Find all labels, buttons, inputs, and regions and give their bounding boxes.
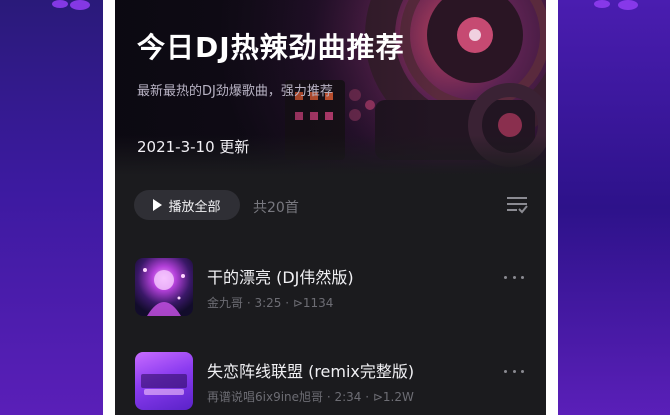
playlist-description: 最新最热的DJ劲爆歌曲，强力推荐 — [137, 84, 333, 99]
cover-art — [143, 268, 185, 316]
song-meta: 再谱说唱6ix9ine旭哥 · 2:34 · ⊳1.2W — [207, 390, 414, 404]
cover-label — [144, 389, 184, 395]
playlist-title: 今日DJ热辣劲曲推荐 — [137, 31, 405, 64]
song-title: 失恋阵线联盟 (remix完整版) — [207, 362, 415, 381]
song-title: 干的漂亮 (DJ伟然版) — [207, 268, 354, 287]
play-all-button[interactable]: 播放全部 — [134, 190, 240, 220]
decor-dot — [70, 0, 90, 10]
song-row[interactable]: 干的漂亮 (DJ伟然版) 金九哥 · 3:25 · ⊳1134 — [115, 258, 546, 328]
decor-dot — [618, 0, 638, 10]
playlist-toolbar: 播放全部 共20首 — [115, 188, 546, 224]
playlist-screen: 今日DJ热辣劲曲推荐 最新最热的DJ劲爆歌曲，强力推荐 2021-3-10 更新… — [115, 0, 546, 415]
song-cover-image — [135, 352, 193, 410]
more-icon[interactable] — [504, 274, 524, 280]
song-count: 共20首 — [253, 200, 299, 216]
song-meta: 金九哥 · 3:25 · ⊳1134 — [207, 296, 334, 310]
decor-dot — [594, 0, 610, 8]
sort-list-icon[interactable] — [506, 194, 528, 214]
play-icon — [153, 199, 163, 211]
playlist-update-date: 2021-3-10 更新 — [137, 138, 250, 156]
song-cover-image — [135, 258, 193, 316]
decor-dot — [52, 0, 68, 8]
background-right-panel — [558, 0, 670, 415]
song-row[interactable]: 失恋阵线联盟 (remix完整版) 再谱说唱6ix9ine旭哥 · 2:34 ·… — [115, 352, 546, 415]
more-icon[interactable] — [504, 368, 524, 374]
cover-label — [141, 374, 187, 388]
phone-frame: 今日DJ热辣劲曲推荐 最新最热的DJ劲爆歌曲，强力推荐 2021-3-10 更新… — [103, 0, 558, 415]
playlist-header: 今日DJ热辣劲曲推荐 最新最热的DJ劲爆歌曲，强力推荐 2021-3-10 更新 — [115, 0, 546, 175]
play-all-label: 播放全部 — [168, 199, 221, 215]
background-left-panel — [0, 0, 103, 415]
